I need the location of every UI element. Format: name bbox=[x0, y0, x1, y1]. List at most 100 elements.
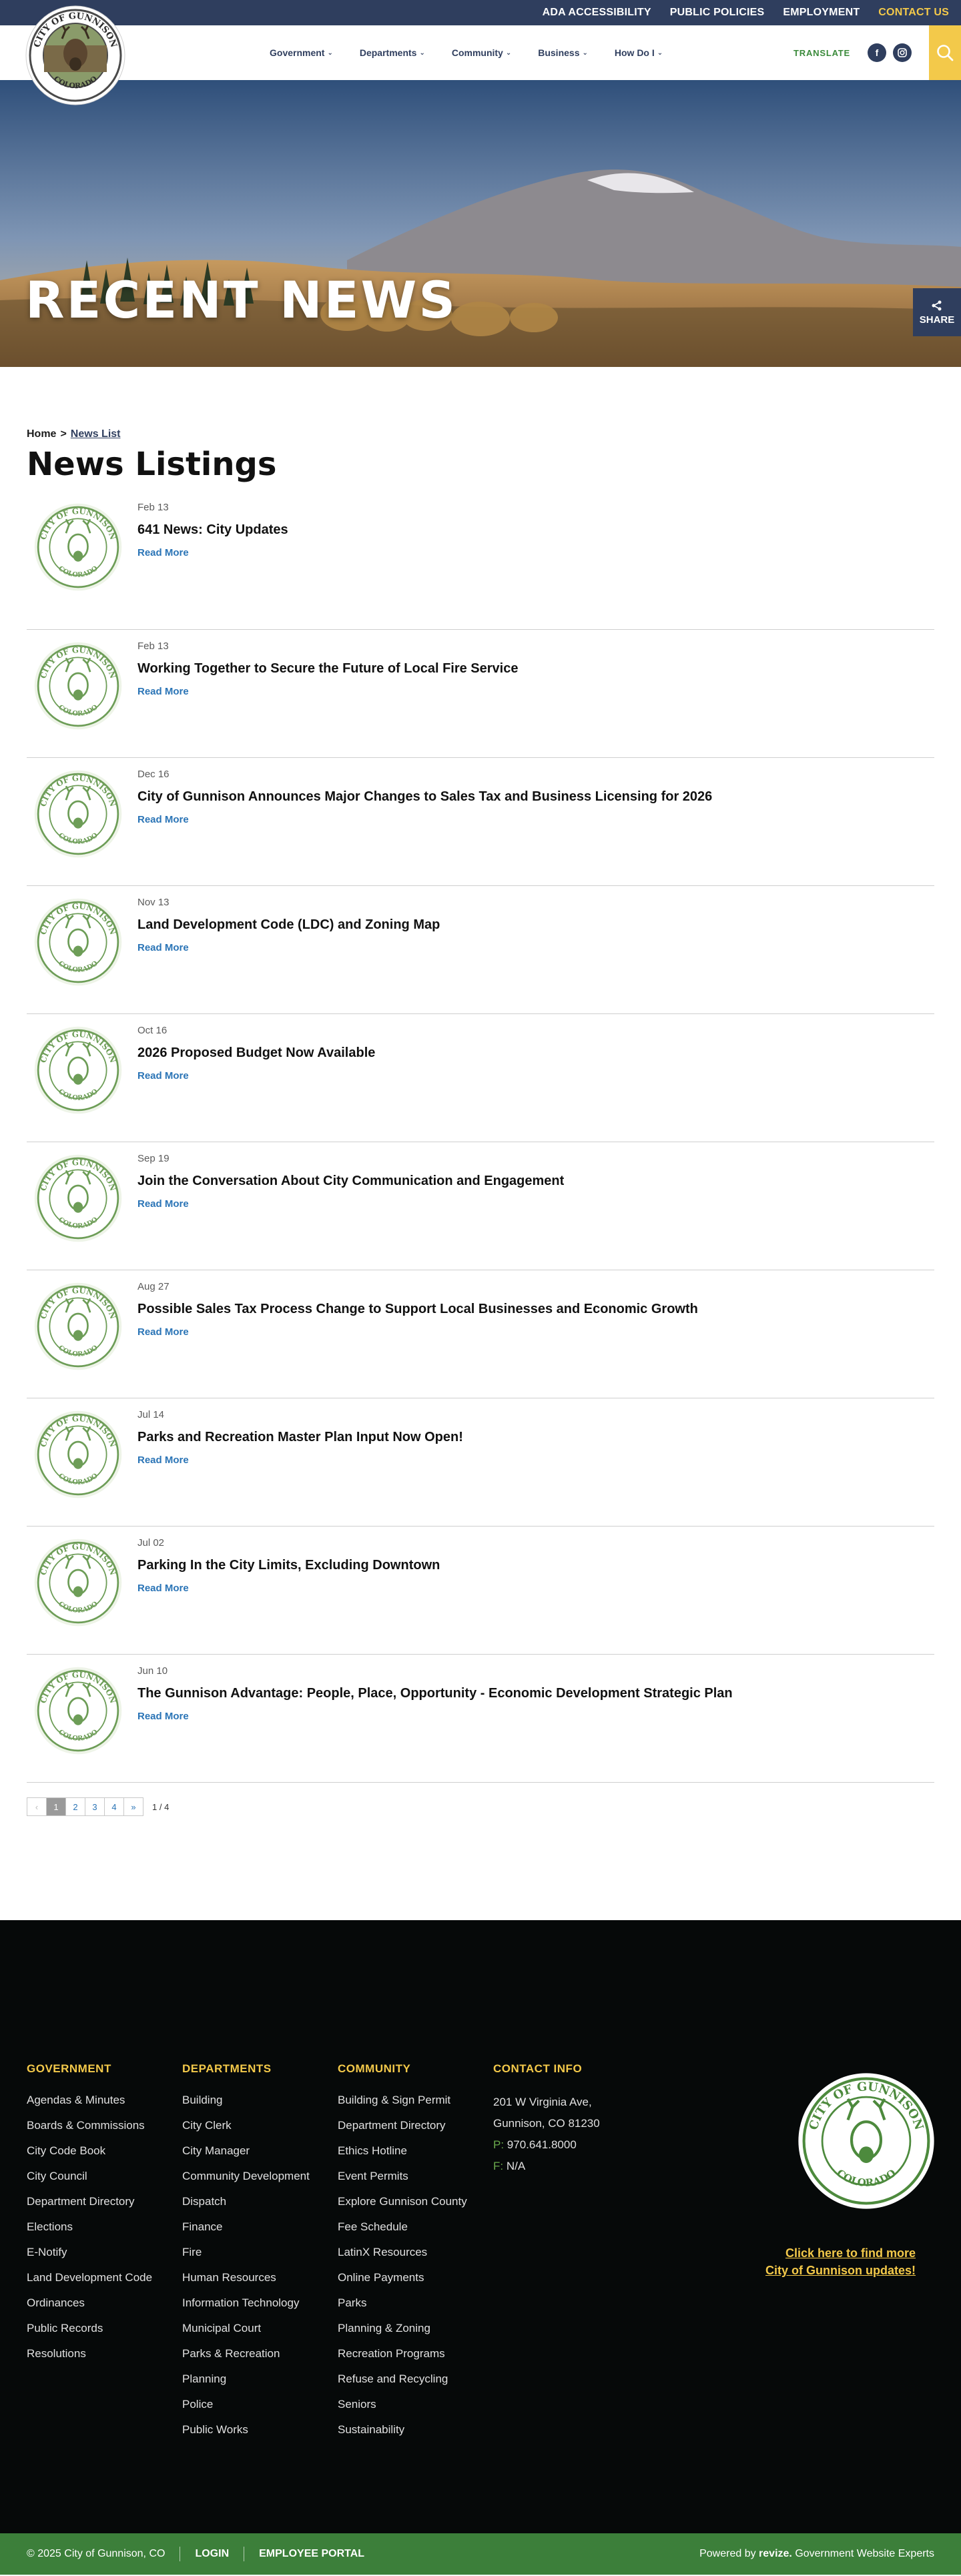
footer-departments-link[interactable]: City Manager bbox=[182, 2142, 326, 2159]
footer-government-link[interactable]: Public Records bbox=[27, 2320, 170, 2336]
footer-government-link[interactable]: City Council bbox=[27, 2168, 170, 2184]
news-title[interactable]: Land Development Code (LDC) and Zoning M… bbox=[137, 917, 440, 933]
read-more-link[interactable]: Read More bbox=[137, 1070, 189, 1082]
footer-government-link[interactable]: Agendas & Minutes bbox=[27, 2092, 170, 2108]
footer-community-link[interactable]: Building & Sign Permit bbox=[338, 2092, 481, 2108]
footer-community-link[interactable]: Seniors bbox=[338, 2396, 481, 2413]
footer-departments-link[interactable]: Dispatch bbox=[182, 2193, 326, 2210]
footer-government-link[interactable]: Boards & Commissions bbox=[27, 2117, 170, 2134]
employment-link[interactable]: EMPLOYMENT bbox=[783, 7, 860, 19]
nav-how-do-i[interactable]: How Do I ⌄ bbox=[615, 47, 663, 58]
footer-government-link[interactable]: City Code Book bbox=[27, 2142, 170, 2159]
news-title[interactable]: The Gunnison Advantage: People, Place, O… bbox=[137, 1686, 733, 1701]
read-more-link[interactable]: Read More bbox=[137, 1198, 189, 1210]
read-more-link[interactable]: Read More bbox=[137, 1326, 189, 1338]
pagination-page-4[interactable]: 4 bbox=[104, 1797, 124, 1816]
footer-government-link[interactable]: Resolutions bbox=[27, 2345, 170, 2362]
pagination-page-2[interactable]: 2 bbox=[65, 1797, 85, 1816]
city-updates-link[interactable]: Click here to find more City of Gunnison… bbox=[765, 2244, 916, 2279]
news-title[interactable]: City of Gunnison Announces Major Changes… bbox=[137, 789, 712, 805]
read-more-link[interactable]: Read More bbox=[137, 1711, 189, 1722]
footer-community-link[interactable]: Ethics Hotline bbox=[338, 2142, 481, 2159]
footer-departments-link[interactable]: Human Resources bbox=[182, 2269, 326, 2286]
footer-departments-link[interactable]: City Clerk bbox=[182, 2117, 326, 2134]
news-date: Sep 19 bbox=[137, 1153, 170, 1164]
footer-government-link[interactable]: Elections bbox=[27, 2218, 170, 2235]
nav-government-label: Government bbox=[270, 47, 325, 58]
footer-community-link[interactable]: Department Directory bbox=[338, 2117, 481, 2134]
nav-government[interactable]: Government ⌄ bbox=[270, 47, 333, 58]
footer-community-link[interactable]: Planning & Zoning bbox=[338, 2320, 481, 2336]
pagination-page-3[interactable]: 3 bbox=[85, 1797, 105, 1816]
footer-community-link[interactable]: Refuse and Recycling bbox=[338, 2371, 481, 2387]
footer-community-link[interactable]: Parks bbox=[338, 2294, 481, 2311]
news-title[interactable]: Join the Conversation About City Communi… bbox=[137, 1174, 564, 1189]
footer-community-link[interactable]: Event Permits bbox=[338, 2168, 481, 2184]
read-more-link[interactable]: Read More bbox=[137, 547, 189, 558]
footer-departments-link[interactable]: Building bbox=[182, 2092, 326, 2108]
footer-community-link[interactable]: Recreation Programs bbox=[338, 2345, 481, 2362]
read-more-link[interactable]: Read More bbox=[137, 1454, 189, 1466]
news-thumbnail[interactable]: CITY OF GUNNISON COLORADO bbox=[27, 640, 129, 741]
nav-departments[interactable]: Departments ⌄ bbox=[360, 47, 425, 58]
news-thumbnail[interactable]: CITY OF GUNNISON COLORADO bbox=[27, 897, 129, 997]
news-date: Dec 16 bbox=[137, 769, 170, 780]
footer-community-link[interactable]: LatinX Resources bbox=[338, 2244, 481, 2260]
footer-community-link[interactable]: Explore Gunnison County bbox=[338, 2193, 481, 2210]
nav-community[interactable]: Community ⌄ bbox=[452, 47, 511, 58]
footer-departments-link[interactable]: Planning bbox=[182, 2371, 326, 2387]
news-thumbnail[interactable]: CITY OF GUNNISON COLORADO bbox=[27, 769, 129, 869]
news-title[interactable]: Parks and Recreation Master Plan Input N… bbox=[137, 1430, 463, 1445]
news-thumbnail[interactable]: CITY OF GUNNISON COLORADO bbox=[27, 502, 129, 602]
footer-departments-link[interactable]: Municipal Court bbox=[182, 2320, 326, 2336]
footer-departments-link[interactable]: Parks & Recreation bbox=[182, 2345, 326, 2362]
news-title[interactable]: Working Together to Secure the Future of… bbox=[137, 661, 518, 677]
footer-departments-link[interactable]: Public Works bbox=[182, 2421, 326, 2438]
nav-business[interactable]: Business ⌄ bbox=[538, 47, 588, 58]
news-title[interactable]: 641 News: City Updates bbox=[137, 522, 288, 538]
footer-departments-link[interactable]: Police bbox=[182, 2396, 326, 2413]
news-title[interactable]: Possible Sales Tax Process Change to Sup… bbox=[137, 1302, 698, 1317]
breadcrumb-news-list[interactable]: News List bbox=[71, 428, 121, 440]
ada-accessibility-link[interactable]: ADA ACCESSIBILITY bbox=[543, 7, 651, 19]
footer-departments-link[interactable]: Finance bbox=[182, 2218, 326, 2235]
read-more-link[interactable]: Read More bbox=[137, 814, 189, 825]
contact-us-link[interactable]: CONTACT US bbox=[878, 7, 949, 19]
footer-community-link[interactable]: Sustainability bbox=[338, 2421, 481, 2438]
read-more-link[interactable]: Read More bbox=[137, 1583, 189, 1594]
footer-community-link[interactable]: Fee Schedule bbox=[338, 2218, 481, 2235]
powered-by[interactable]: Powered by revize. Government Website Ex… bbox=[699, 2548, 934, 2560]
footer-departments-link[interactable]: Fire bbox=[182, 2244, 326, 2260]
footer-departments-link[interactable]: Community Development bbox=[182, 2168, 326, 2184]
news-thumbnail[interactable]: CITY OF GUNNISON COLORADO bbox=[27, 1665, 129, 1765]
footer-government-link[interactable]: E-Notify bbox=[27, 2244, 170, 2260]
footer-government-link[interactable]: Land Development Code bbox=[27, 2269, 170, 2286]
city-seal-logo[interactable]: CITY OF GUNNISON COLORADO bbox=[25, 5, 125, 105]
footer-departments-link[interactable]: Information Technology bbox=[182, 2294, 326, 2311]
news-thumbnail[interactable]: CITY OF GUNNISON COLORADO bbox=[27, 1025, 129, 1125]
login-link[interactable]: LOGIN bbox=[195, 2548, 229, 2560]
pagination-prev-button[interactable]: ‹ bbox=[27, 1797, 47, 1816]
phone-number[interactable]: 970.641.8000 bbox=[507, 2138, 577, 2151]
read-more-link[interactable]: Read More bbox=[137, 942, 189, 953]
pagination-next-button[interactable]: » bbox=[123, 1797, 143, 1816]
news-title[interactable]: 2026 Proposed Budget Now Available bbox=[137, 1045, 375, 1061]
search-button[interactable] bbox=[929, 25, 961, 80]
news-thumbnail[interactable]: CITY OF GUNNISON COLORADO bbox=[27, 1409, 129, 1509]
public-policies-link[interactable]: PUBLIC POLICIES bbox=[670, 7, 765, 19]
instagram-icon[interactable] bbox=[893, 43, 912, 62]
news-thumbnail[interactable]: CITY OF GUNNISON COLORADO bbox=[27, 1537, 129, 1637]
read-more-link[interactable]: Read More bbox=[137, 686, 189, 697]
share-button[interactable]: SHARE bbox=[913, 288, 961, 336]
footer-government-link[interactable]: Ordinances bbox=[27, 2294, 170, 2311]
news-title[interactable]: Parking In the City Limits, Excluding Do… bbox=[137, 1558, 440, 1573]
pagination-page-1[interactable]: 1 bbox=[46, 1797, 66, 1816]
news-thumbnail[interactable]: CITY OF GUNNISON COLORADO bbox=[27, 1153, 129, 1253]
facebook-icon[interactable]: f bbox=[868, 43, 886, 62]
employee-portal-link[interactable]: EMPLOYEE PORTAL bbox=[259, 2548, 364, 2560]
news-thumbnail[interactable]: CITY OF GUNNISON COLORADO bbox=[27, 1281, 129, 1381]
footer-community-link[interactable]: Online Payments bbox=[338, 2269, 481, 2286]
footer-government-link[interactable]: Department Directory bbox=[27, 2193, 170, 2210]
breadcrumb-home[interactable]: Home bbox=[27, 428, 56, 440]
translate-button[interactable]: TRANSLATE bbox=[793, 48, 850, 58]
